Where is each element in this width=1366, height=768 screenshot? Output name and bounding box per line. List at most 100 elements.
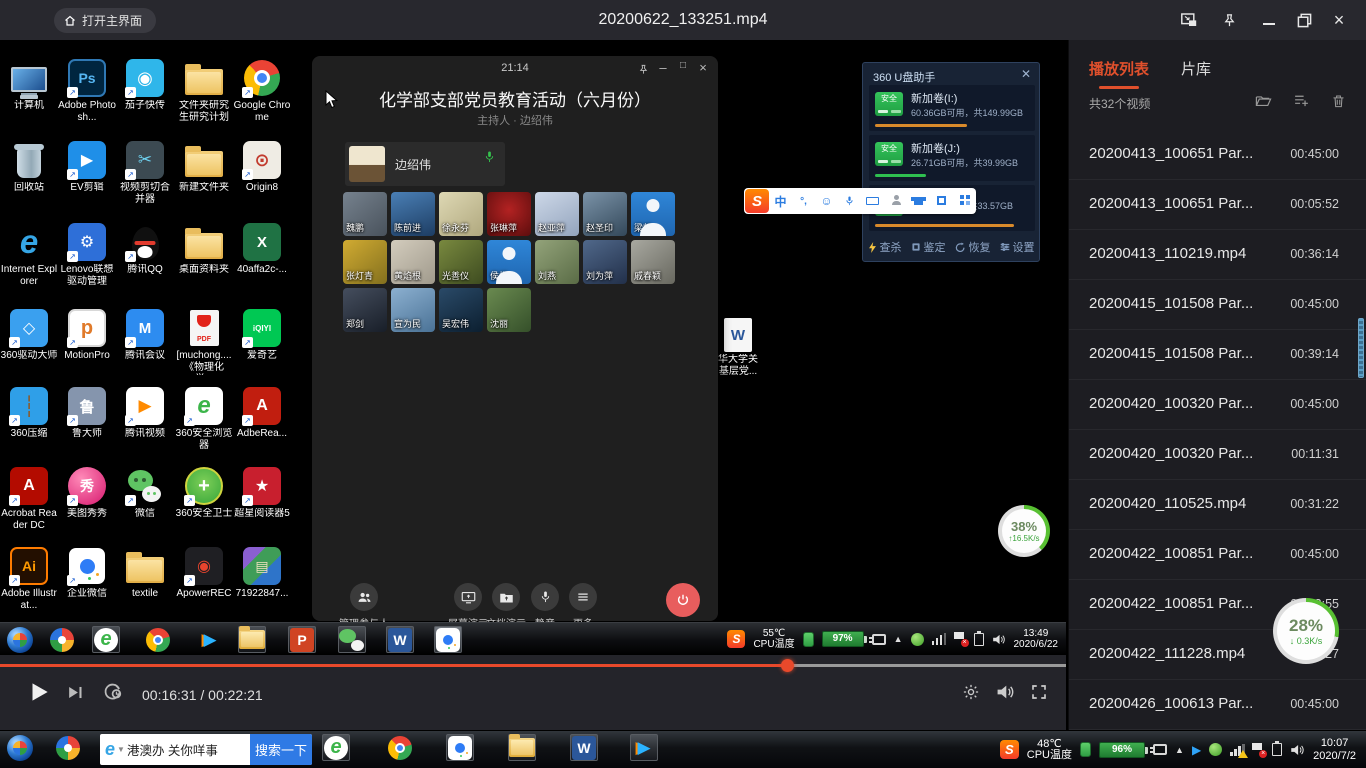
- open-main-ui-button[interactable]: 打开主界面: [54, 8, 156, 33]
- volume-tray-icon[interactable]: [1290, 743, 1305, 757]
- next-button[interactable]: [66, 683, 85, 702]
- seek-bar[interactable]: [0, 664, 1066, 667]
- search-go-button[interactable]: 搜索一下: [250, 734, 312, 765]
- clipboard-tray-icon: [974, 633, 984, 646]
- more-icon: [569, 583, 597, 611]
- pin-icon[interactable]: [1218, 9, 1240, 31]
- volume-button[interactable]: [996, 683, 1015, 701]
- tab-playlist[interactable]: 播放列表: [1089, 58, 1149, 79]
- participant-tile: 梁凯: [631, 192, 675, 236]
- open-file-icon[interactable]: [1255, 93, 1272, 108]
- network-signal-icon: [932, 633, 946, 645]
- speed-ball-28[interactable]: 28% ↓ 0.3K/s: [1273, 598, 1339, 664]
- 360-browser-icon: e: [92, 626, 120, 653]
- word-icon[interactable]: W: [570, 734, 598, 761]
- play-button[interactable]: [26, 679, 52, 705]
- lenovo-driver-icon: ⚙↗: [65, 222, 109, 262]
- ab-repeat-button[interactable]: [102, 682, 123, 703]
- playlist-item[interactable]: 20200413_110219.mp400:36:14: [1069, 230, 1366, 280]
- 360-browser-icon[interactable]: e: [322, 734, 350, 761]
- desktop-icon-excel-file-icon: X40affa2c-...: [233, 222, 291, 276]
- battery-indicator[interactable]: 96%: [1099, 742, 1145, 758]
- desktop-icon-tencent-meeting-icon: M↗腾讯会议: [116, 308, 174, 362]
- battery-plant-icon[interactable]: [1080, 742, 1091, 757]
- playlist-item[interactable]: 20200413_100651 Par...00:05:52: [1069, 180, 1366, 230]
- wechat-icon: [338, 626, 366, 653]
- 360-safe-icon: +↗: [182, 466, 226, 506]
- usb-drive-card: 安全新加卷(I:)60.36GB可用，共149.99GB: [869, 85, 1035, 131]
- participant-name: 刘燕: [538, 269, 556, 282]
- desktop-icon-motionpro-icon: p↗MotionPro: [58, 308, 116, 362]
- taskbar-search-box[interactable]: e ▼ 港澳办 关你咩事 搜索一下: [100, 734, 312, 765]
- 360-tray-icon[interactable]: [1209, 743, 1222, 756]
- minimize-icon[interactable]: [1258, 9, 1280, 31]
- desktop-icon-shareit-icon: ◉↗茄子快传: [116, 58, 174, 112]
- usb-helper-panel: 360 U盘助手 ✕ 安全新加卷(I:)60.36GB可用，共149.99GB安…: [862, 62, 1040, 262]
- usb-action-3: 设置: [1000, 239, 1035, 255]
- adobe-reader-icon: A↗: [240, 386, 284, 426]
- playlist-item-name: 20200413_100651 Par...: [1089, 195, 1277, 212]
- playlist-scrollbar[interactable]: [1358, 318, 1364, 378]
- computer-icon: [7, 58, 51, 98]
- action-center-flag-icon[interactable]: [1252, 743, 1264, 757]
- desktop-icon-photoshop-icon: Ps↗Adobe Photosh...: [58, 58, 116, 124]
- playlist-item[interactable]: 20200413_100651 Par...00:45:00: [1069, 130, 1366, 180]
- mini-mode-icon[interactable]: [1178, 9, 1200, 31]
- playlist-item[interactable]: 20200426_100613 Par...00:45:00: [1069, 680, 1366, 730]
- playlist-item[interactable]: 20200415_101508 Par...00:45:00: [1069, 280, 1366, 330]
- usb-action-0: 查杀: [868, 239, 902, 255]
- explorer-icon[interactable]: [508, 734, 536, 761]
- system-clock[interactable]: 10:072020/7/2: [1313, 737, 1356, 763]
- start-orb[interactable]: [6, 734, 34, 761]
- desktop-icon-tencent-video-icon: ▶↗腾讯视频: [116, 386, 174, 440]
- close-icon[interactable]: ×: [1328, 9, 1350, 31]
- search-dropdown-icon[interactable]: ▼: [117, 745, 125, 754]
- playlist-item[interactable]: 20200415_101508 Par...00:39:14: [1069, 330, 1366, 380]
- tencent-video-tray-icon[interactable]: ▶: [1192, 743, 1201, 757]
- playlist-item[interactable]: 20200422_100851 Par...00:45:00: [1069, 530, 1366, 580]
- desktop-icon-ie-icon: eInternet Explorer: [0, 222, 58, 288]
- power-icon: [666, 583, 700, 617]
- desktop-icon-360-safe-icon: +↗360安全卫士: [175, 466, 233, 520]
- power-plug-icon[interactable]: [1153, 744, 1167, 755]
- participant-tile: 黄焰根: [391, 240, 435, 284]
- seek-handle[interactable]: [781, 659, 794, 672]
- cpu-temp: 48℃CPU温度: [1027, 739, 1072, 761]
- chrome-icon[interactable]: [386, 734, 414, 761]
- add-to-playlist-icon[interactable]: [1293, 93, 1310, 108]
- acrobat-reader-icon: A↗: [7, 466, 51, 506]
- fullscreen-button[interactable]: [1030, 683, 1048, 701]
- desktop-icon-adobe-reader-icon: A↗AdbeRea...: [233, 386, 291, 440]
- participant-tile: 光善仪: [439, 240, 483, 284]
- playlist-item-duration: 00:31:22: [1290, 497, 1339, 511]
- settings-gear-icon[interactable]: [962, 683, 980, 701]
- video-title: 20200622_133251.mp4: [0, 0, 1366, 40]
- playlist-item[interactable]: 20200420_110525.mp400:31:22: [1069, 480, 1366, 530]
- word-file-icon: W: [724, 318, 752, 352]
- network-signal-icon[interactable]: [1230, 744, 1244, 756]
- clipboard-tray-icon[interactable]: [1272, 743, 1282, 756]
- excel-file-icon: X: [240, 222, 284, 262]
- playlist-item[interactable]: 20200420_100320 Par...00:11:31: [1069, 430, 1366, 480]
- 360-safety-icon[interactable]: [54, 734, 82, 761]
- wecom-icon[interactable]: [446, 734, 474, 761]
- speaker-avatar: [349, 146, 385, 182]
- desktop-icon-360zip-icon: ┆↗360压缩: [0, 386, 58, 440]
- recorded-taskbar: e▶PW S 55℃CPU温度 97% ▲ 13:492020/6/22: [0, 622, 1066, 655]
- folder-icon: [182, 58, 226, 98]
- video-surface[interactable]: 计算机Ps↗Adobe Photosh...◉↗茄子快传文件夹研究生研究计划↗G…: [0, 40, 1066, 655]
- sogou-tray-icon[interactable]: S: [1000, 740, 1019, 759]
- participant-tile: 赵圣印: [583, 192, 627, 236]
- ludashi-icon: 鲁↗: [65, 386, 109, 426]
- tray-expand-icon[interactable]: ▲: [1175, 745, 1184, 755]
- 360zip-icon: ┆↗: [7, 386, 51, 426]
- search-query-text[interactable]: 港澳办 关你咩事: [127, 740, 250, 759]
- clear-playlist-trash-icon[interactable]: [1331, 93, 1346, 109]
- tab-library[interactable]: 片库: [1181, 58, 1211, 79]
- participant-name: 刘为萍: [586, 269, 613, 282]
- playlist-item[interactable]: 20200420_100320 Par...00:45:00: [1069, 380, 1366, 430]
- restore-icon[interactable]: [1293, 9, 1315, 31]
- tencent-video-icon[interactable]: ▶: [630, 734, 658, 761]
- playlist-panel: 播放列表 片库 共32个视频 20200413_100651 Par...00:…: [1068, 40, 1366, 730]
- folder-icon: [123, 546, 167, 586]
